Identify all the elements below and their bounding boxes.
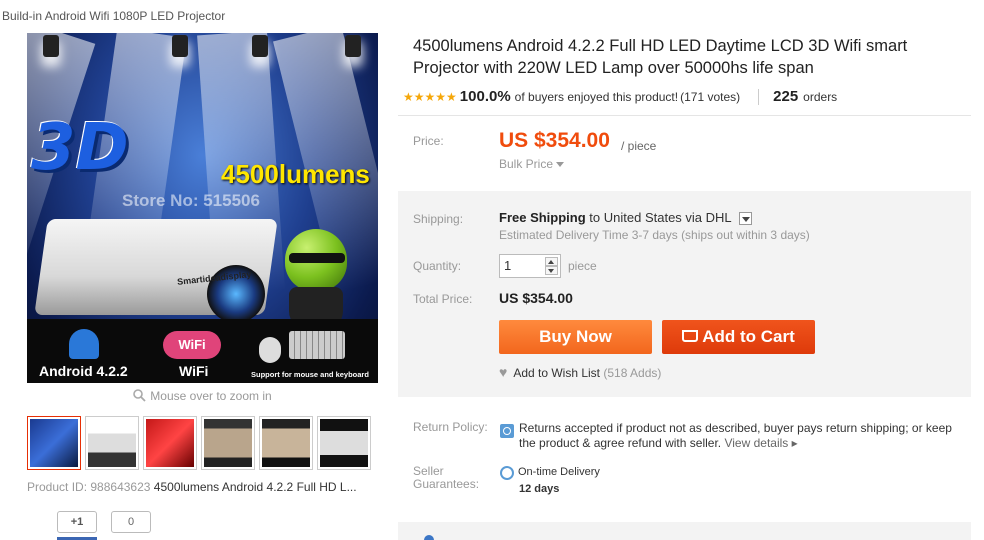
product-id-label: Product ID: (27, 480, 88, 494)
thumbnail[interactable] (317, 416, 371, 470)
zoom-hint-text: Mouse over to zoom in (150, 389, 272, 404)
feature-wifi-label: WiFi (179, 363, 209, 379)
3d-graphic-text: 3D (31, 111, 129, 185)
chevron-down-icon (556, 162, 565, 168)
thumbnail[interactable] (201, 416, 255, 470)
divider (398, 115, 971, 116)
guarantee-title: On-time Delivery (518, 466, 600, 478)
thumbnail[interactable] (143, 416, 197, 470)
feature-wifi: WiFi WiFi (147, 319, 247, 383)
thumbnail-strip (27, 416, 371, 470)
rating-text: of buyers enjoyed this product! (514, 90, 679, 104)
product-main-image[interactable]: 3D 4500lumens Store No: 515506 Smartidea… (27, 33, 378, 383)
quantity-label: Quantity: (413, 259, 462, 273)
return-icon (500, 424, 514, 438)
seller-guarantees-label: Seller Guarantees: (413, 464, 480, 491)
thumbnail[interactable] (85, 416, 139, 470)
shipping-destination[interactable]: United States via DHL (604, 210, 731, 225)
feature-android-label: Android 4.2.2 (39, 363, 128, 379)
feature-android: Android 4.2.2 (27, 319, 147, 383)
spotlight-icon (43, 35, 59, 57)
star-rating-icon[interactable]: ★★★★★ (403, 90, 457, 104)
clock-icon (500, 466, 514, 480)
quantity-input[interactable] (504, 258, 544, 273)
wishlist-adds: (518 Adds) (603, 366, 662, 380)
android-icon (69, 329, 99, 359)
price-value: US $354.00 (499, 129, 610, 152)
quantity-unit: piece (568, 259, 597, 273)
bulk-price-toggle[interactable]: Bulk Price (499, 157, 565, 171)
breadcrumb[interactable]: Build-in Android Wifi 1080P LED Projecto… (2, 9, 225, 23)
bottom-panel (398, 522, 971, 540)
add-to-cart-button[interactable]: Add to Cart (662, 320, 815, 354)
shipping-info: Free Shipping to United States via DHL (499, 210, 752, 226)
shipping-method: Free Shipping (499, 210, 586, 225)
thumbnail[interactable] (259, 416, 313, 470)
lumens-text: 4500lumens (221, 159, 370, 189)
decrement-icon[interactable] (545, 266, 558, 275)
thumbnail[interactable] (27, 416, 81, 470)
return-policy-label: Return Policy: (413, 420, 488, 434)
feature-bar: Android 4.2.2 WiFi WiFi Support for mous… (27, 319, 378, 383)
votes-count[interactable]: (171 votes) (680, 90, 740, 104)
delivery-estimate: Estimated Delivery Time 3-7 days (ships … (499, 228, 810, 242)
keyboard-icon (289, 331, 345, 359)
wishlist-label: Add to Wish List (513, 366, 601, 380)
quantity-stepper (499, 254, 561, 278)
return-policy-text: Returns accepted if product not as descr… (519, 421, 969, 451)
bulk-price-label: Bulk Price (499, 157, 554, 171)
orders-count: 225 (773, 88, 799, 105)
store-watermark: Store No: 515506 (122, 191, 260, 210)
shield-icon (424, 535, 434, 540)
shipping-dropdown-icon[interactable] (738, 212, 752, 226)
product-id-value: 988643623 (90, 480, 151, 494)
feature-mouse-keyboard: Support for mouse and keyboard (247, 319, 378, 383)
spotlight-icon (252, 35, 268, 57)
price-unit: / piece (621, 139, 657, 153)
orders-label: orders (803, 90, 838, 104)
add-to-wishlist[interactable]: ♥ Add to Wish List (518 Adds) (499, 364, 661, 380)
shipping-to: to (589, 210, 601, 225)
total-price-value: US $354.00 (499, 290, 573, 306)
add-to-cart-label: Add to Cart (702, 327, 795, 346)
mouse-icon (259, 337, 281, 363)
guarantee-days: 12 days (519, 483, 560, 495)
view-details-link[interactable]: View details ▸ (724, 436, 797, 450)
product-id: Product ID: 988643623 4500lumens Android… (27, 480, 372, 494)
total-price-label: Total Price: (413, 292, 473, 306)
spotlight-icon (345, 35, 361, 57)
shipping-label: Shipping: (413, 212, 464, 226)
feature-mouse-label: Support for mouse and keyboard (251, 370, 369, 379)
buy-now-button[interactable]: Buy Now (499, 320, 652, 354)
price-label: Price: (413, 134, 444, 148)
spotlight-icon (172, 35, 188, 57)
product-id-title: 4500lumens Android 4.2.2 Full HD L... (153, 480, 357, 494)
wifi-icon: WiFi (163, 331, 221, 359)
divider (758, 88, 760, 105)
rating-percent: 100.0% (459, 88, 511, 105)
robot-sunglasses (289, 253, 345, 263)
product-title: 4500lumens Android 4.2.2 Full HD LED Day… (413, 37, 908, 77)
cart-icon (682, 330, 699, 343)
heart-icon: ♥ (499, 364, 508, 380)
zoom-hint: Mouse over to zoom in (27, 389, 378, 405)
google-plus-one-button[interactable]: +1 (57, 511, 97, 533)
increment-icon[interactable] (545, 257, 558, 266)
magnifier-icon (133, 389, 146, 405)
rating-row: ★★★★★ 100.0% of buyers enjoyed this prod… (403, 88, 837, 105)
share-count: 0 (111, 511, 151, 533)
social-buttons: +1 0 (57, 511, 151, 533)
